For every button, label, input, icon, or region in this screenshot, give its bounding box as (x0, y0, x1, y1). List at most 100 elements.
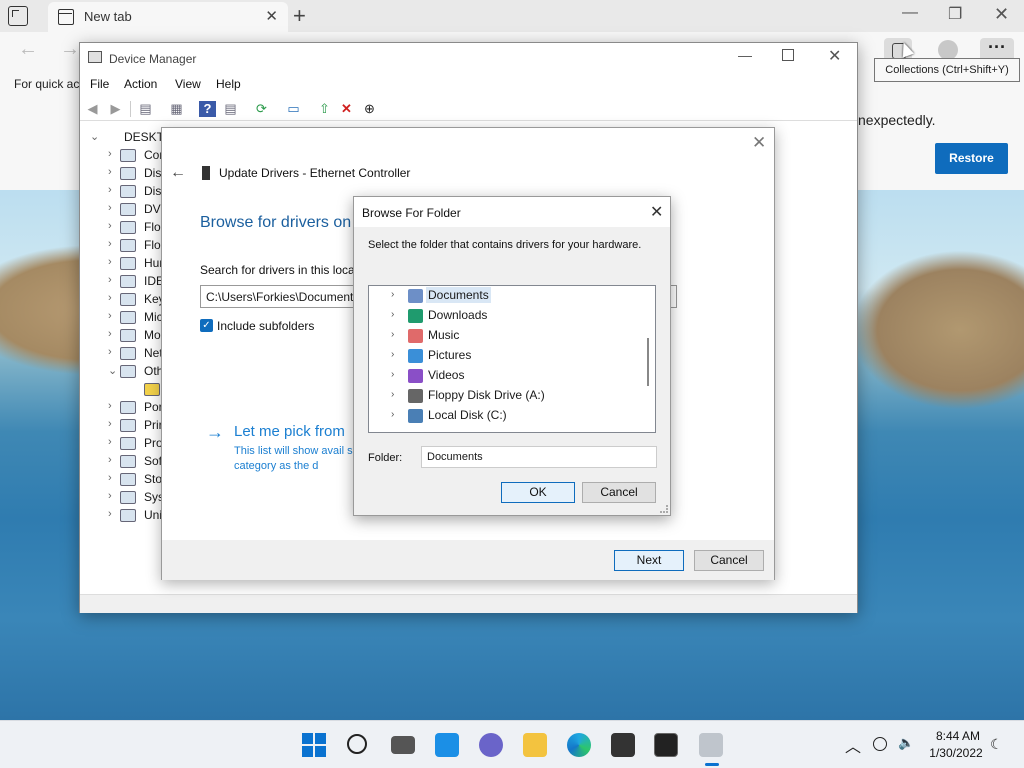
folder-name-input[interactable]: Documents (421, 446, 657, 468)
device-manager-titlebar[interactable]: Device Manager — ✕ (80, 43, 857, 73)
device-manager-icon[interactable] (699, 733, 723, 757)
pick-driver-link[interactable]: Let me pick from (234, 423, 345, 440)
chevron-right-icon[interactable]: › (391, 289, 394, 300)
device-category-row[interactable]: › Uni (84, 507, 170, 525)
chevron-right-icon[interactable]: › (108, 490, 120, 502)
device-category-row[interactable]: ⌄ Oth (84, 363, 170, 381)
menu-action[interactable]: Action (124, 77, 157, 91)
device-manager-minimize-button[interactable]: — (738, 47, 752, 63)
clock-date[interactable]: 1/30/2022 (924, 746, 988, 760)
device-manager-maximize-button[interactable] (782, 49, 794, 61)
folder-tree-item[interactable]: › Music (369, 326, 641, 346)
folder-tree-item[interactable]: › Videos (369, 366, 641, 386)
menu-file[interactable]: File (90, 77, 109, 91)
ok-button[interactable]: OK (501, 482, 575, 503)
store-icon[interactable] (611, 733, 635, 757)
tree-root[interactable]: ⌄ DESKTO (84, 129, 170, 147)
chevron-right-icon[interactable]: › (108, 184, 120, 196)
chevron-right-icon[interactable]: › (108, 256, 120, 268)
device-category-row[interactable]: › Stor (84, 471, 170, 489)
chevron-right-icon[interactable]: › (108, 274, 120, 286)
tab-close-icon[interactable]: ✕ (265, 7, 278, 25)
chevron-right-icon[interactable]: › (108, 436, 120, 448)
chevron-right-icon[interactable]: › (108, 220, 120, 232)
chevron-right-icon[interactable]: › (108, 418, 120, 430)
device-category-row[interactable]: › DVD (84, 201, 170, 219)
chevron-up-icon[interactable]: ︿ (845, 733, 861, 757)
network-icon[interactable] (873, 737, 887, 751)
device-category-row[interactable]: › Key (84, 291, 170, 309)
device-category-row[interactable]: › Por (84, 399, 170, 417)
folder-tree-item[interactable]: › Documents (369, 286, 641, 306)
view-icon[interactable]: ▤ (222, 101, 239, 117)
chevron-right-icon[interactable]: › (391, 389, 394, 400)
chevron-right-icon[interactable]: › (391, 369, 394, 380)
chevron-down-icon[interactable]: ⌄ (108, 364, 120, 377)
restore-button[interactable]: Restore (935, 143, 1008, 174)
chevron-right-icon[interactable]: › (391, 309, 394, 320)
file-explorer-icon[interactable] (523, 733, 547, 757)
clock-time[interactable]: 8:44 AM (930, 729, 986, 743)
back-arrow-icon[interactable]: ◀ (84, 101, 101, 117)
chevron-right-icon[interactable]: › (391, 329, 394, 340)
help-icon[interactable]: ? (199, 101, 216, 117)
device-category-row[interactable]: › Soft (84, 453, 170, 471)
include-subfolders-checkbox[interactable]: ✓ (200, 319, 213, 332)
teams-chat-icon[interactable] (479, 733, 503, 757)
wizard-cancel-button[interactable]: Cancel (694, 550, 764, 571)
chevron-right-icon[interactable]: › (108, 454, 120, 466)
chevron-right-icon[interactable]: › (108, 508, 120, 520)
device-manager-close-button[interactable]: ✕ (828, 46, 841, 66)
monitor-icon[interactable]: ▭ (285, 101, 302, 117)
search-icon[interactable] (347, 734, 367, 754)
update-driver-icon[interactable]: ⇧ (316, 101, 333, 117)
menu-help[interactable]: Help (216, 77, 241, 91)
resize-grip[interactable] (660, 505, 668, 513)
device-category-row[interactable]: › Flop (84, 219, 170, 237)
chevron-right-icon[interactable]: › (391, 349, 394, 360)
show-hide-tree-icon[interactable]: ▤ (137, 101, 154, 117)
focus-assist-icon[interactable]: ☾ (990, 736, 1003, 753)
device-category-row[interactable]: › Disp (84, 183, 170, 201)
chevron-right-icon[interactable]: › (108, 238, 120, 250)
chevron-right-icon[interactable]: › (108, 472, 120, 484)
task-view-icon[interactable] (391, 736, 415, 754)
start-icon[interactable] (302, 733, 326, 757)
folder-tree-item[interactable]: › Local Disk (C:) (369, 406, 641, 426)
device-category-row[interactable]: › Flop (84, 237, 170, 255)
new-tab-button[interactable]: + (293, 3, 306, 29)
scan-hardware-icon[interactable]: ⟳ (253, 101, 270, 117)
device-category-row[interactable]: › Cor (84, 147, 170, 165)
device-category-row[interactable]: › Hun (84, 255, 170, 273)
browser-restore-button[interactable]: ❐ (948, 4, 962, 24)
tab-actions-icon[interactable] (8, 6, 28, 26)
folder-tree-item[interactable]: › Downloads (369, 306, 641, 326)
folder-tree-item[interactable]: › Pictures (369, 346, 641, 366)
chevron-right-icon[interactable]: › (108, 166, 120, 178)
device-category-row[interactable]: › IDE (84, 273, 170, 291)
forward-arrow-icon[interactable]: ▶ (107, 101, 124, 117)
tab-new-tab[interactable]: New tab ✕ (48, 2, 288, 32)
device-category-row[interactable]: › Prir (84, 417, 170, 435)
browse-dialog-titlebar[interactable]: Browse For Folder ✕ (354, 197, 670, 227)
wizard-back-button[interactable]: ← (170, 164, 186, 182)
device-category-row[interactable]: › Syst (84, 489, 170, 507)
browser-minimize-button[interactable]: — (902, 4, 918, 22)
wizard-close-button[interactable]: ✕ (752, 133, 766, 153)
device-category-row[interactable]: › Mo (84, 327, 170, 345)
chevron-right-icon[interactable]: › (108, 292, 120, 304)
browse-cancel-button[interactable]: Cancel (582, 482, 656, 503)
browser-close-button[interactable]: ✕ (994, 4, 1009, 25)
chevron-right-icon[interactable]: › (108, 148, 120, 160)
widgets-icon[interactable] (435, 733, 459, 757)
device-category-row[interactable]: › Mic (84, 309, 170, 327)
device-category-row[interactable] (84, 381, 170, 399)
disable-device-icon[interactable]: ⊕ (361, 101, 378, 117)
device-category-row[interactable]: › Disk (84, 165, 170, 183)
chevron-right-icon[interactable]: › (108, 310, 120, 322)
folder-tree-scrollbar[interactable] (643, 286, 655, 432)
device-category-row[interactable]: › Pro (84, 435, 170, 453)
terminal-icon[interactable] (654, 733, 678, 757)
scrollbar-thumb[interactable] (647, 338, 649, 386)
chevron-right-icon[interactable]: › (108, 346, 120, 358)
